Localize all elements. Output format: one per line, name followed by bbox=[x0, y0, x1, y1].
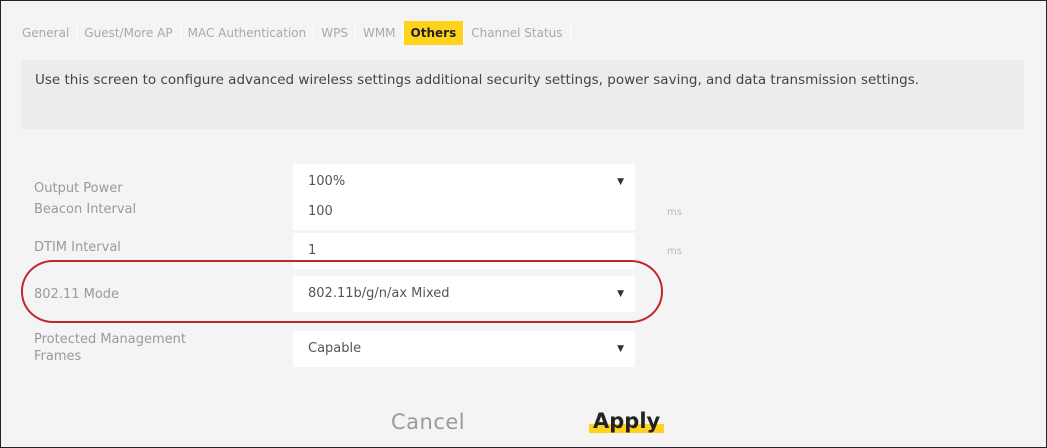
apply-button[interactable]: Apply bbox=[589, 409, 665, 433]
tab-guest-more-ap[interactable]: Guest/More AP bbox=[77, 21, 179, 45]
beacon-interval-label: Beacon Interval bbox=[34, 202, 137, 217]
pmf-label: Protected Management Frames bbox=[34, 332, 186, 364]
beacon-interval-unit: ms bbox=[667, 207, 682, 218]
beacon-interval-input[interactable]: 100 bbox=[293, 194, 635, 230]
tab-bar: General Guest/More AP MAC Authentication… bbox=[15, 21, 571, 45]
highlight-ring bbox=[21, 260, 663, 323]
cancel-button[interactable]: Cancel bbox=[391, 410, 465, 434]
dropdown-arrow-icon: ▼ bbox=[617, 344, 624, 354]
settings-panel: General Guest/More AP MAC Authentication… bbox=[0, 0, 1047, 448]
dtim-interval-label: DTIM Interval bbox=[34, 240, 121, 255]
tab-mac-authentication[interactable]: MAC Authentication bbox=[181, 21, 314, 45]
tab-channel-status[interactable]: Channel Status bbox=[464, 21, 569, 45]
pmf-value: Capable bbox=[308, 341, 362, 356]
tab-general[interactable]: General bbox=[15, 21, 76, 45]
tab-others[interactable]: Others bbox=[403, 21, 464, 45]
dtim-interval-unit: ms bbox=[667, 246, 682, 257]
output-power-label: Output Power bbox=[34, 181, 123, 196]
output-power-value: 100% bbox=[308, 174, 346, 189]
tab-wps[interactable]: WPS bbox=[314, 21, 355, 45]
page-description: Use this screen to configure advanced wi… bbox=[21, 60, 1024, 129]
tab-separator bbox=[569, 24, 571, 42]
pmf-select[interactable]: Capable ▼ bbox=[293, 331, 635, 367]
tab-wmm[interactable]: WMM bbox=[356, 21, 403, 45]
